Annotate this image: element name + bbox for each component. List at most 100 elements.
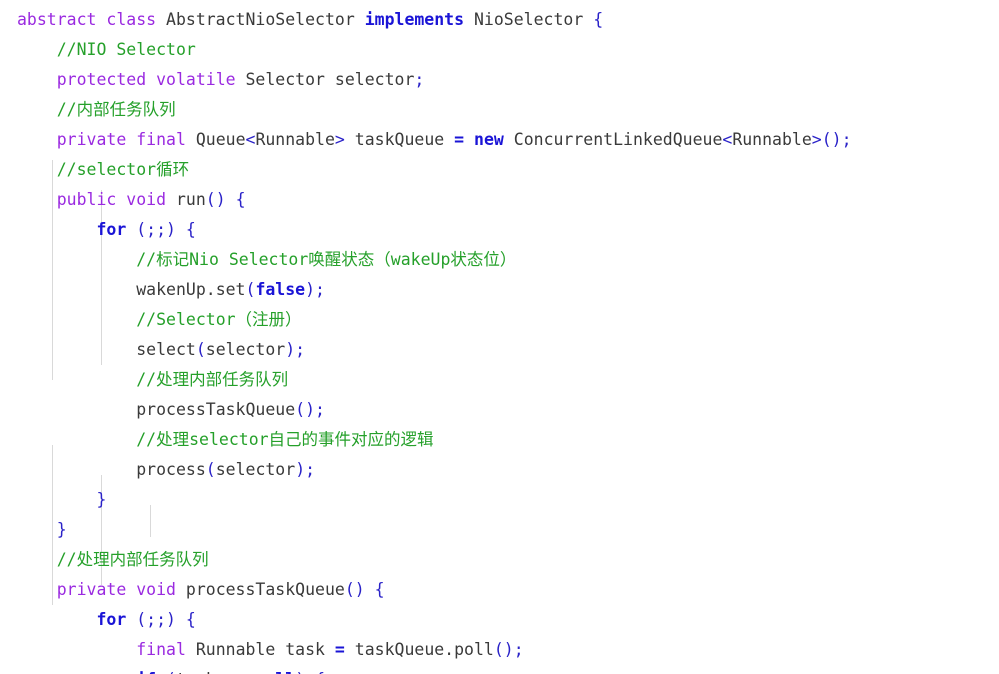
code-line[interactable]: //处理内部任务队列	[0, 365, 999, 395]
code-token: for	[96, 610, 127, 629]
code-line[interactable]: private final Queue<Runnable> taskQueue …	[0, 125, 999, 155]
code-token: )	[295, 670, 305, 674]
code-token: false	[255, 280, 306, 299]
code-token: public void	[56, 190, 176, 209]
code-token: }	[96, 490, 107, 509]
code-token: (	[195, 340, 206, 359]
code-token: {	[235, 190, 246, 209]
code-token: //标记Nio Selector唤醒状态（wakeUp状态位）	[136, 250, 517, 269]
code-token: select	[136, 340, 196, 359]
code-line[interactable]: for (;;) {	[0, 215, 999, 245]
code-token: run	[175, 190, 206, 209]
code-line[interactable]: //NIO Selector	[0, 35, 999, 65]
code-editor[interactable]: abstract class AbstractNioSelector imple…	[0, 0, 999, 674]
code-content[interactable]: abstract class AbstractNioSelector imple…	[0, 0, 999, 674]
code-line[interactable]: }	[0, 485, 999, 515]
code-line[interactable]: //标记Nio Selector唤醒状态（wakeUp状态位）	[0, 245, 999, 275]
code-token: for	[96, 220, 127, 239]
code-token: {	[185, 610, 196, 629]
code-token: final	[136, 640, 196, 659]
code-token: task	[176, 670, 226, 674]
code-token: Runnable	[255, 130, 335, 149]
code-token: {	[185, 220, 196, 239]
code-token: taskQueue.poll	[344, 640, 494, 659]
code-token: );	[285, 340, 306, 359]
code-line[interactable]: }	[0, 515, 999, 545]
code-token: processTaskQueue	[136, 400, 296, 419]
code-line[interactable]: private void processTaskQueue() {	[0, 575, 999, 605]
code-token: ==	[226, 670, 246, 674]
code-token: );	[295, 460, 316, 479]
code-token: private void	[56, 580, 186, 599]
code-token: private final	[56, 130, 196, 149]
code-token: processTaskQueue	[185, 580, 345, 599]
code-line[interactable]: //处理selector自己的事件对应的逻辑	[0, 425, 999, 455]
code-token: ;	[414, 70, 425, 89]
code-line[interactable]: //Selector（注册）	[0, 305, 999, 335]
code-token: wakenUp.set	[136, 280, 246, 299]
code-token: <	[245, 130, 256, 149]
code-token: }	[56, 520, 67, 539]
code-line[interactable]: final Runnable task = taskQueue.poll();	[0, 635, 999, 665]
code-line[interactable]: wakenUp.set(false);	[0, 275, 999, 305]
code-token: if	[136, 670, 156, 674]
code-token: abstract class	[17, 10, 167, 29]
code-token: Queue	[195, 130, 246, 149]
code-line[interactable]: processTaskQueue();	[0, 395, 999, 425]
code-token: selector	[215, 460, 296, 479]
code-token: taskQueue	[344, 130, 455, 149]
code-token: =	[334, 640, 345, 659]
code-line[interactable]: //内部任务队列	[0, 95, 999, 125]
code-line[interactable]: //selector循环	[0, 155, 999, 185]
code-token: <	[722, 130, 733, 149]
code-token: process	[136, 460, 206, 479]
code-line[interactable]: abstract class AbstractNioSelector imple…	[0, 5, 999, 35]
code-line[interactable]: select(selector);	[0, 335, 999, 365]
code-token: >();	[811, 130, 852, 149]
code-token: {	[593, 10, 604, 29]
code-line[interactable]: protected volatile Selector selector;	[0, 65, 999, 95]
code-token: selector	[205, 340, 286, 359]
code-token: {	[374, 580, 385, 599]
code-line[interactable]: process(selector);	[0, 455, 999, 485]
code-token: //处理内部任务队列	[56, 550, 209, 569]
code-token: //selector循环	[56, 160, 190, 179]
code-token: Selector selector	[245, 70, 415, 89]
code-token: Runnable task	[195, 640, 335, 659]
code-line[interactable]: //处理内部任务队列	[0, 545, 999, 575]
code-token: ()	[205, 190, 226, 209]
code-line[interactable]: for (;;) {	[0, 605, 999, 635]
code-token: Runnable	[732, 130, 812, 149]
code-token: {	[315, 670, 325, 674]
code-token: (;;)	[136, 610, 176, 629]
code-token: //处理selector自己的事件对应的逻辑	[136, 430, 434, 449]
code-token: ();	[493, 640, 524, 659]
code-token: >	[334, 130, 345, 149]
code-line[interactable]: if (task == null) {	[0, 665, 999, 674]
code-line[interactable]: public void run() {	[0, 185, 999, 215]
